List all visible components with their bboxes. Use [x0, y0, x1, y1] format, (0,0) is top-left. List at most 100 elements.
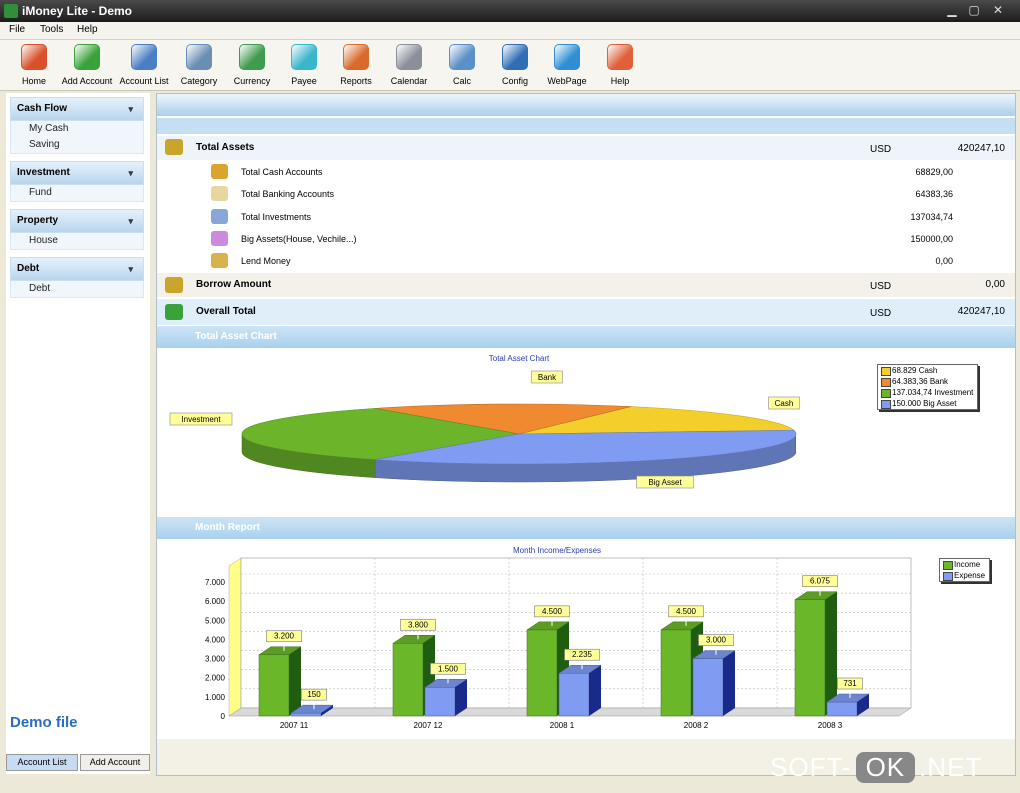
- toolbar-config-button[interactable]: Config: [487, 44, 543, 88]
- menu-help[interactable]: Help: [77, 24, 98, 35]
- app-window: iMoney Lite - Demo ▁ ▢ ✕ File Tools Help…: [0, 0, 1020, 793]
- bar-front: [424, 687, 456, 717]
- asset-chart-header: Total Asset Chart: [157, 326, 1015, 348]
- bar-side: [289, 646, 301, 716]
- value-label: 4.500: [676, 607, 697, 616]
- chevron-down-icon[interactable]: ▾: [128, 210, 133, 232]
- sidebar-item-my-cash[interactable]: My Cash: [11, 121, 143, 137]
- toolbar-home-button[interactable]: Home: [6, 44, 62, 88]
- detail-value: 150000,00: [910, 233, 953, 244]
- box-icon: [165, 277, 183, 293]
- close-icon[interactable]: ✕: [990, 2, 1006, 18]
- pie-label-text: Bank: [538, 373, 557, 382]
- tab-account-list[interactable]: Account List: [6, 754, 78, 771]
- toolbar-currency-button[interactable]: Currency: [224, 44, 280, 88]
- income-bar: 6.075: [794, 575, 838, 717]
- app-icon: [4, 4, 18, 18]
- sidebar-group-investment: Investment ▾ Fund: [10, 161, 144, 202]
- config-icon: [502, 44, 528, 70]
- toolbar-label: Reports: [340, 76, 372, 86]
- toolbar-label: WebPage: [547, 76, 587, 86]
- legend-text: Income: [954, 560, 981, 569]
- overall-value: 420247,10: [957, 306, 1005, 317]
- toolbar-add-account-button[interactable]: Add Account: [59, 44, 115, 88]
- sidebar-group-title: Debt: [17, 263, 40, 274]
- toolbar-reports-button[interactable]: Reports: [328, 44, 384, 88]
- tab-add-account[interactable]: Add Account: [80, 754, 150, 771]
- borrow-amount-row[interactable]: Borrow Amount USD 0,00: [157, 273, 1015, 297]
- detail-row[interactable]: Total Cash Accounts 68829,00: [157, 162, 1015, 184]
- detail-row[interactable]: Total Investments 137034,74: [157, 207, 1015, 229]
- sidebar-group-header[interactable]: Investment ▾: [10, 161, 144, 185]
- month-report-heading: Month Report: [195, 522, 260, 533]
- legend-item: 64.383,36 Bank: [878, 376, 977, 387]
- account-type-icon: [211, 208, 228, 224]
- total-assets-row[interactable]: Total Assets USD 420247,10: [157, 136, 1015, 160]
- overall-currency: USD: [870, 308, 892, 319]
- value-label: 731: [843, 679, 857, 688]
- legend-item: Income: [940, 559, 989, 570]
- demo-file-label: Demo file: [10, 714, 78, 731]
- toolbar-calc-button[interactable]: Calc: [434, 44, 490, 88]
- toolbar-account-list-button[interactable]: Account List: [116, 44, 172, 88]
- detail-label: Total Banking Accounts: [241, 189, 335, 200]
- overall-total-row[interactable]: Overall Total USD 420247,10: [157, 299, 1015, 325]
- pie-label: Investment: [169, 412, 233, 426]
- currency-icon: [239, 44, 265, 70]
- menu-tools[interactable]: Tools: [40, 24, 63, 35]
- toolbar-category-button[interactable]: Category: [171, 44, 227, 88]
- maximize-icon[interactable]: ▢: [966, 2, 982, 18]
- sidebar-item-house[interactable]: House: [11, 233, 143, 249]
- toolbar-calendar-button[interactable]: Calendar: [381, 44, 437, 88]
- sidebar-group-header[interactable]: Property ▾: [10, 209, 144, 233]
- y-tick-label: 6.000: [205, 597, 226, 606]
- toolbar-label: Calendar: [390, 76, 428, 86]
- toolbar-payee-button[interactable]: Payee: [276, 44, 332, 88]
- sidebar-group-title: Cash Flow: [17, 103, 68, 114]
- expense-bar: 2.235: [558, 648, 602, 717]
- chevron-down-icon[interactable]: ▾: [128, 258, 133, 280]
- header-subband: [157, 118, 1015, 134]
- pie-legend: 68.829 Cash 64.383,36 Bank 137.034,74 Inve…: [877, 364, 979, 410]
- sidebar-group-debt: Debt ▾ Debt: [10, 257, 144, 298]
- toolbar-help-button[interactable]: Help: [592, 44, 648, 88]
- x-tick-label: 2008 2: [684, 721, 709, 730]
- box-icon: [165, 304, 183, 320]
- total-assets-currency: USD: [870, 144, 892, 155]
- sidebar-group-items: House: [10, 233, 144, 250]
- minimize-icon[interactable]: ▁: [944, 2, 960, 18]
- globe-icon: [554, 44, 580, 70]
- sidebar-item-fund[interactable]: Fund: [11, 185, 143, 201]
- legend-item: 150.000 Big Asset: [878, 398, 977, 409]
- total-assets-label: Total Assets: [196, 142, 255, 153]
- menu-file[interactable]: File: [9, 24, 25, 35]
- detail-row[interactable]: Total Banking Accounts 64383,36: [157, 184, 1015, 206]
- asset-chart-heading: Total Asset Chart: [195, 331, 277, 342]
- sidebar-group-header[interactable]: Debt ▾: [10, 257, 144, 281]
- chevron-down-icon[interactable]: ▾: [128, 162, 133, 184]
- bar-front: [660, 629, 692, 717]
- value-label: 3.000: [706, 636, 727, 645]
- bar-front: [692, 658, 724, 717]
- detail-row[interactable]: Big Assets(House, Vechile...) 150000,00: [157, 229, 1015, 251]
- chevron-down-icon[interactable]: ▾: [128, 98, 133, 120]
- toolbar-label: Payee: [291, 76, 317, 86]
- overall-total-label: Overall Total: [196, 306, 256, 317]
- detail-label: Lend Money: [241, 256, 291, 267]
- sidebar-group-header[interactable]: Cash Flow ▾: [10, 97, 144, 121]
- watermark: SOFT- OK .NET: [770, 752, 982, 783]
- toolbar-webpage-button[interactable]: WebPage: [539, 44, 595, 88]
- y-tick-label: 5.000: [205, 616, 226, 625]
- detail-label: Total Investments: [241, 211, 312, 222]
- pie-label-text: Investment: [181, 415, 221, 424]
- legend-item: Expense: [940, 570, 989, 581]
- value-label: 3.200: [274, 632, 295, 641]
- sidebar-item-debt[interactable]: Debt: [11, 281, 143, 297]
- value-label: 3.800: [408, 620, 429, 629]
- sidebar-group-items: Fund: [10, 185, 144, 202]
- bar-legend: Income Expense: [939, 558, 991, 582]
- x-tick-label: 2008 1: [550, 721, 575, 730]
- detail-row[interactable]: Lend Money 0,00: [157, 251, 1015, 273]
- sidebar-item-saving[interactable]: Saving: [11, 137, 143, 153]
- y-tick-label: 7.000: [205, 578, 226, 587]
